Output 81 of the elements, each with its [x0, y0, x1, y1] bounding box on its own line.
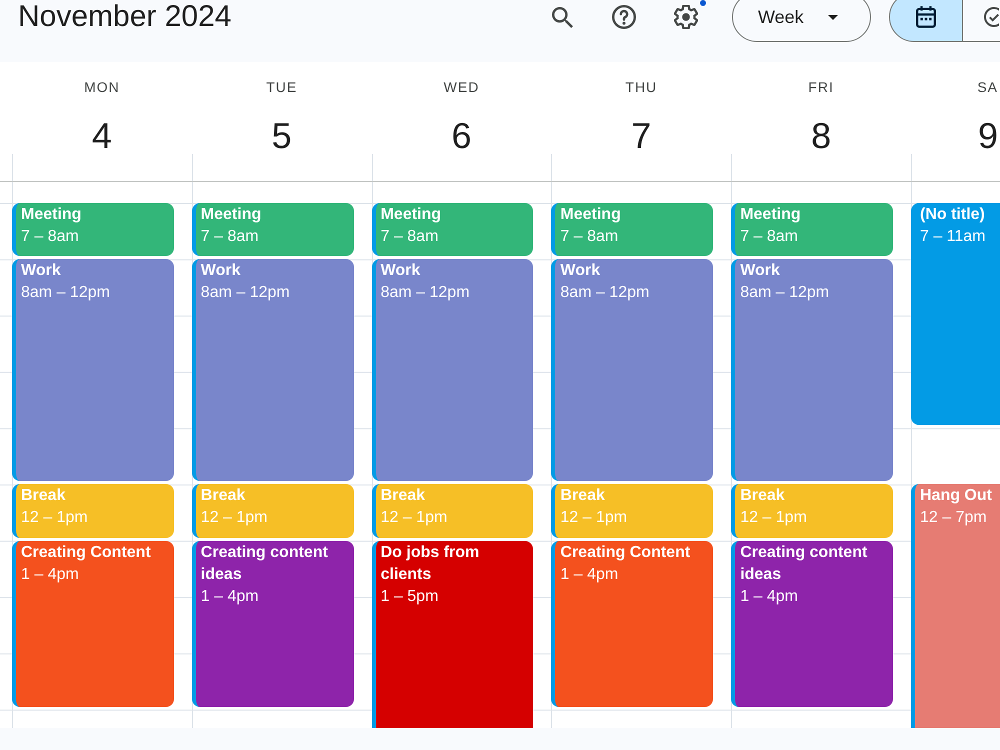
- event-title: Work: [380, 261, 422, 282]
- weekday-label: WED: [444, 79, 480, 95]
- calendar-event[interactable]: (No title) 7 – 11am: [910, 203, 1000, 426]
- caret-icon: [828, 14, 838, 20]
- calendar-event[interactable]: Do jobs from clients 1 – 5pm: [372, 540, 534, 728]
- calendar-event[interactable]: Work 8am – 12pm: [731, 259, 893, 482]
- calendar-event[interactable]: Creating content ideas 1 – 4pm: [731, 540, 893, 707]
- event-time: 7 – 8am: [21, 227, 80, 247]
- event-time: 8am – 12pm: [200, 283, 291, 304]
- calendar-event[interactable]: Creating Content 1 – 4pm: [12, 540, 174, 707]
- calendar-event[interactable]: Hang Out 12 – 7pm: [910, 484, 1000, 728]
- date-number[interactable]: 6: [451, 118, 472, 154]
- event-time: 1 – 4pm: [560, 564, 620, 585]
- calendar-icon: [916, 5, 936, 29]
- event-time: 7 – 11am: [920, 227, 987, 247]
- calendar-event[interactable]: Work 8am – 12pm: [551, 259, 714, 482]
- event-title: Creating content ideas: [740, 542, 868, 585]
- event-title: Hang Out: [920, 486, 993, 506]
- event-title: Break: [740, 486, 786, 506]
- calendar-event[interactable]: Meeting 7 – 8am: [372, 203, 534, 256]
- gear-icon: [674, 5, 698, 29]
- event-title: Break: [200, 486, 246, 506]
- month-title: November 2024: [17, 0, 232, 35]
- event-time: 8am – 12pm: [740, 283, 830, 304]
- event-time: 12 – 1pm: [740, 508, 808, 528]
- view-dropdown[interactable]: Week: [732, 0, 871, 42]
- calendar-event[interactable]: Creating Content 1 – 4pm: [551, 540, 714, 707]
- calendar-event[interactable]: Meeting 7 – 8am: [551, 203, 714, 256]
- event-time: 12 – 7pm: [920, 508, 988, 528]
- event-time: 1 – 4pm: [200, 586, 260, 607]
- event-time: 8am – 12pm: [21, 283, 111, 304]
- event-title: Work: [740, 261, 781, 282]
- calendar-event[interactable]: Work 8am – 12pm: [372, 259, 534, 482]
- event-time: 7 – 8am: [560, 227, 620, 247]
- date-number[interactable]: 5: [272, 118, 292, 154]
- event-time: 8am – 12pm: [560, 283, 650, 304]
- event-title: Meeting: [740, 205, 802, 225]
- weekday-label: FRI: [808, 79, 834, 95]
- calendar-event[interactable]: Meeting 7 – 8am: [12, 203, 174, 256]
- calendar-event[interactable]: Work 8am – 12pm: [12, 259, 174, 482]
- event-title: Break: [380, 486, 426, 506]
- event-title: Break: [21, 486, 66, 506]
- event-title: Creating Content: [21, 542, 152, 563]
- event-time: 12 – 1pm: [21, 508, 89, 528]
- weekday-label: THU: [625, 79, 658, 95]
- event-title: Work: [21, 261, 62, 282]
- date-number[interactable]: 9: [978, 118, 998, 154]
- calendar-event[interactable]: Work 8am – 12pm: [192, 259, 354, 482]
- event-time: 8am – 12pm: [380, 283, 471, 304]
- event-time: 12 – 1pm: [560, 508, 628, 528]
- event-title: Meeting: [21, 205, 82, 225]
- weekday-label: MON: [84, 79, 120, 95]
- calendar-event[interactable]: Creating content ideas 1 – 4pm: [192, 540, 354, 707]
- event-time: 7 – 8am: [380, 227, 440, 247]
- calendar-event[interactable]: Meeting 7 – 8am: [192, 203, 354, 256]
- search-icon: [552, 6, 572, 28]
- event-title: Creating content ideas: [200, 542, 329, 585]
- weekday-label: SA: [977, 79, 998, 95]
- event-title: Meeting: [560, 205, 622, 225]
- calendar-view-toggle[interactable]: [889, 0, 963, 42]
- event-time: 1 – 4pm: [21, 564, 80, 585]
- event-time: 7 – 8am: [740, 227, 799, 247]
- event-title: Meeting: [380, 205, 442, 225]
- event-title: (No title): [920, 205, 986, 225]
- event-time: 7 – 8am: [200, 227, 260, 247]
- help-icon: [612, 5, 636, 29]
- calendar-event[interactable]: Meeting 7 – 8am: [731, 203, 893, 256]
- event-title: Meeting: [200, 205, 262, 225]
- event-time: 1 – 5pm: [380, 586, 440, 607]
- date-number[interactable]: 7: [631, 118, 652, 154]
- date-number[interactable]: 8: [811, 118, 832, 154]
- event-title: Creating Content: [560, 542, 692, 563]
- event-title: Work: [560, 261, 602, 282]
- event-time: 12 – 1pm: [200, 508, 269, 528]
- date-number[interactable]: 4: [92, 118, 112, 154]
- weekday-label: TUE: [266, 79, 298, 95]
- event-time: 1 – 4pm: [740, 586, 799, 607]
- event-title: Break: [560, 486, 606, 506]
- event-title: Work: [200, 261, 242, 282]
- event-time: 12 – 1pm: [380, 508, 448, 528]
- event-title: Do jobs from clients: [380, 542, 480, 585]
